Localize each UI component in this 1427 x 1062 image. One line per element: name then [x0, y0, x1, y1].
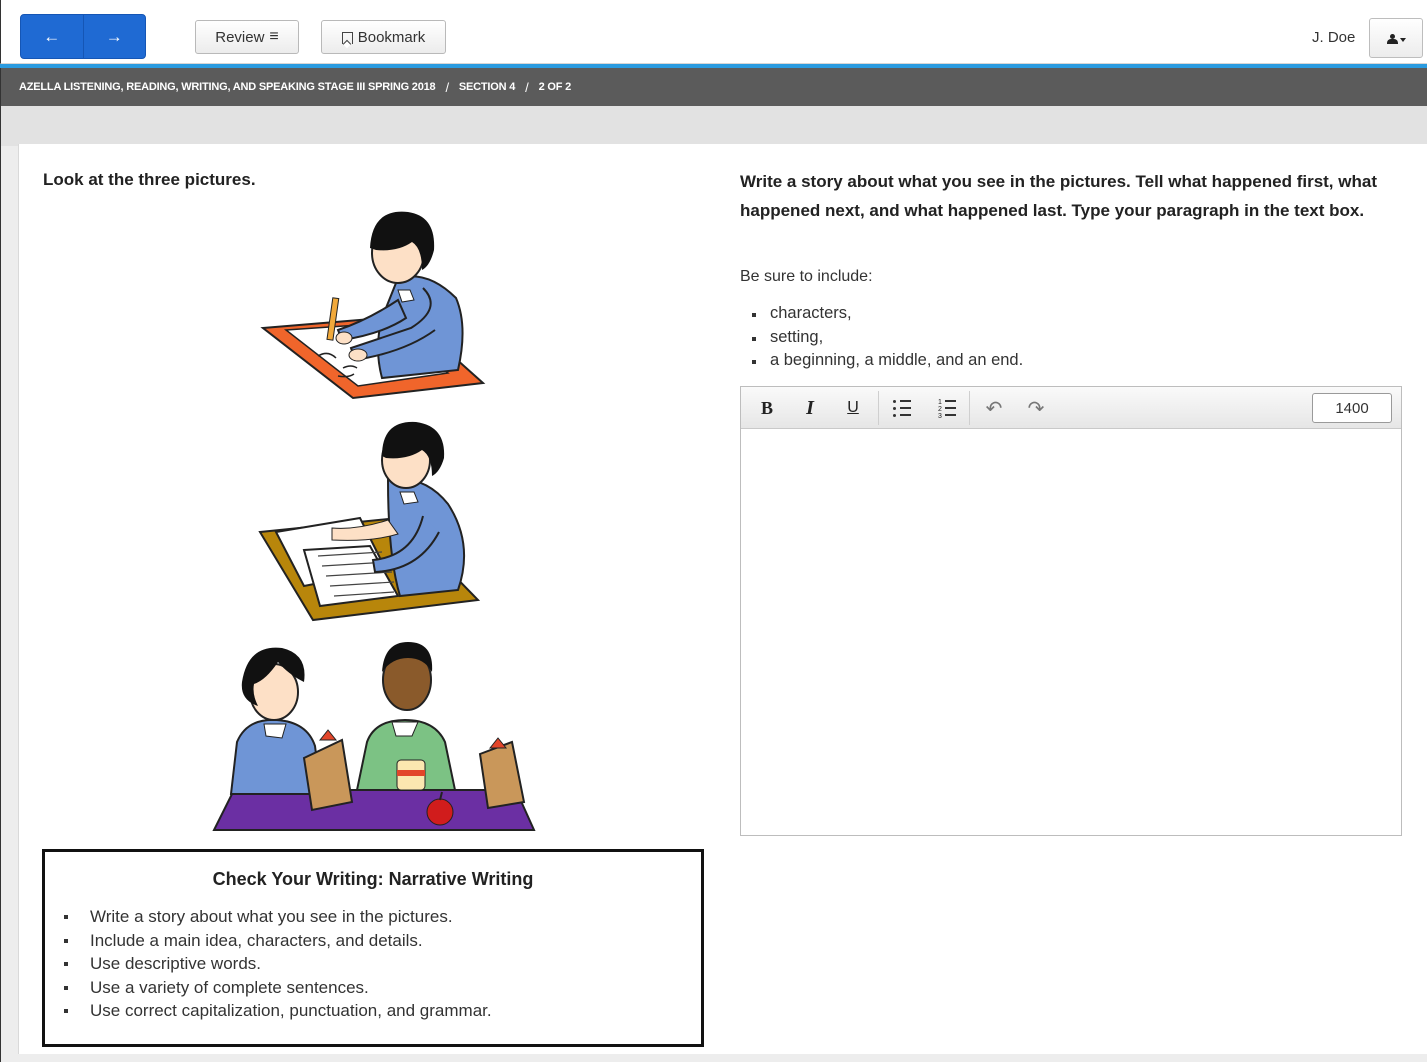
response-editor: B I U 1 2 3 ↶ ↷ 1400 [740, 386, 1402, 836]
be-sure-text: Be sure to include: [740, 268, 873, 285]
breadcrumb-separator: / [445, 79, 449, 95]
bookmark-label: Bookmark [357, 28, 426, 46]
list-item: Use a variety of complete sentences. [64, 976, 492, 1000]
checklist-title: Check Your Writing: Narrative Writing [212, 869, 534, 889]
navigation-group: ← → [20, 14, 146, 59]
numbered-list-button[interactable]: 1 2 3 [934, 392, 960, 424]
user-name: J. Doe [1312, 29, 1356, 46]
list-item: characters, [751, 302, 1023, 326]
underline-button[interactable]: U [839, 392, 867, 424]
undo-button[interactable]: ↶ [983, 392, 1005, 424]
breadcrumb: AZELLA LISTENING, READING, WRITING, AND … [0, 68, 1427, 106]
girl-writing-picture [260, 211, 486, 400]
italic-button[interactable]: I [796, 392, 824, 424]
toolbar-divider [878, 391, 879, 425]
forward-button[interactable]: → [82, 15, 146, 58]
breadcrumb-page: 2 OF 2 [538, 81, 572, 93]
character-count: 1400 [1312, 393, 1392, 423]
user-menu-button[interactable] [1369, 18, 1423, 58]
editor-toolbar: B I U 1 2 3 ↶ ↷ 1400 [741, 387, 1401, 429]
back-button[interactable]: ← [21, 15, 83, 58]
list-item: Write a story about what you see in the … [64, 905, 492, 929]
review-button[interactable]: Review ≡ [195, 20, 299, 54]
breadcrumb-section: SECTION 4 [458, 81, 516, 93]
checklist-icon: ≡ [269, 28, 279, 45]
numbered-list-icon: 1 2 3 [938, 399, 956, 420]
bulleted-list-button[interactable] [889, 392, 915, 424]
bold-button[interactable]: B [753, 392, 781, 424]
toolbar-divider [969, 391, 970, 425]
response-textarea[interactable] [741, 429, 1401, 835]
list-item: Include a main idea, characters, and det… [64, 929, 492, 953]
caret-down-icon [1399, 38, 1406, 42]
undo-icon: ↶ [985, 397, 1003, 420]
list-item: setting, [751, 326, 1023, 350]
girl-reading-picture [258, 421, 480, 622]
list-item: Use descriptive words. [64, 952, 492, 976]
breadcrumb-test: AZELLA LISTENING, READING, WRITING, AND … [19, 81, 436, 93]
user-icon [1386, 33, 1398, 44]
redo-icon: ↷ [1027, 397, 1045, 420]
bookmark-button[interactable]: Bookmark [321, 20, 446, 54]
list-item: a beginning, a middle, and an end. [751, 349, 1023, 373]
check-your-writing-box: Check Your Writing: Narrative Writing Wr… [42, 849, 704, 1047]
window-edge [0, 64, 1, 1062]
breadcrumb-separator: / [525, 79, 529, 95]
writing-prompt: Write a story about what you see in the … [740, 172, 1377, 220]
instruction-text: Look at the three pictures. [43, 170, 256, 189]
list-item: Use correct capitalization, punctuation,… [64, 999, 492, 1023]
checklist-items: Write a story about what you see in the … [64, 905, 492, 1023]
top-toolbar: ← → Review ≡ Bookmark J. Doe [0, 0, 1427, 64]
header-spacer [0, 106, 1427, 146]
bulleted-list-icon [893, 399, 911, 417]
bookmark-icon [341, 32, 353, 44]
redo-button[interactable]: ↷ [1025, 392, 1047, 424]
review-label: Review [215, 28, 265, 46]
include-list: characters, setting, a beginning, a midd… [751, 302, 1023, 373]
kids-lunch-picture [212, 642, 536, 831]
